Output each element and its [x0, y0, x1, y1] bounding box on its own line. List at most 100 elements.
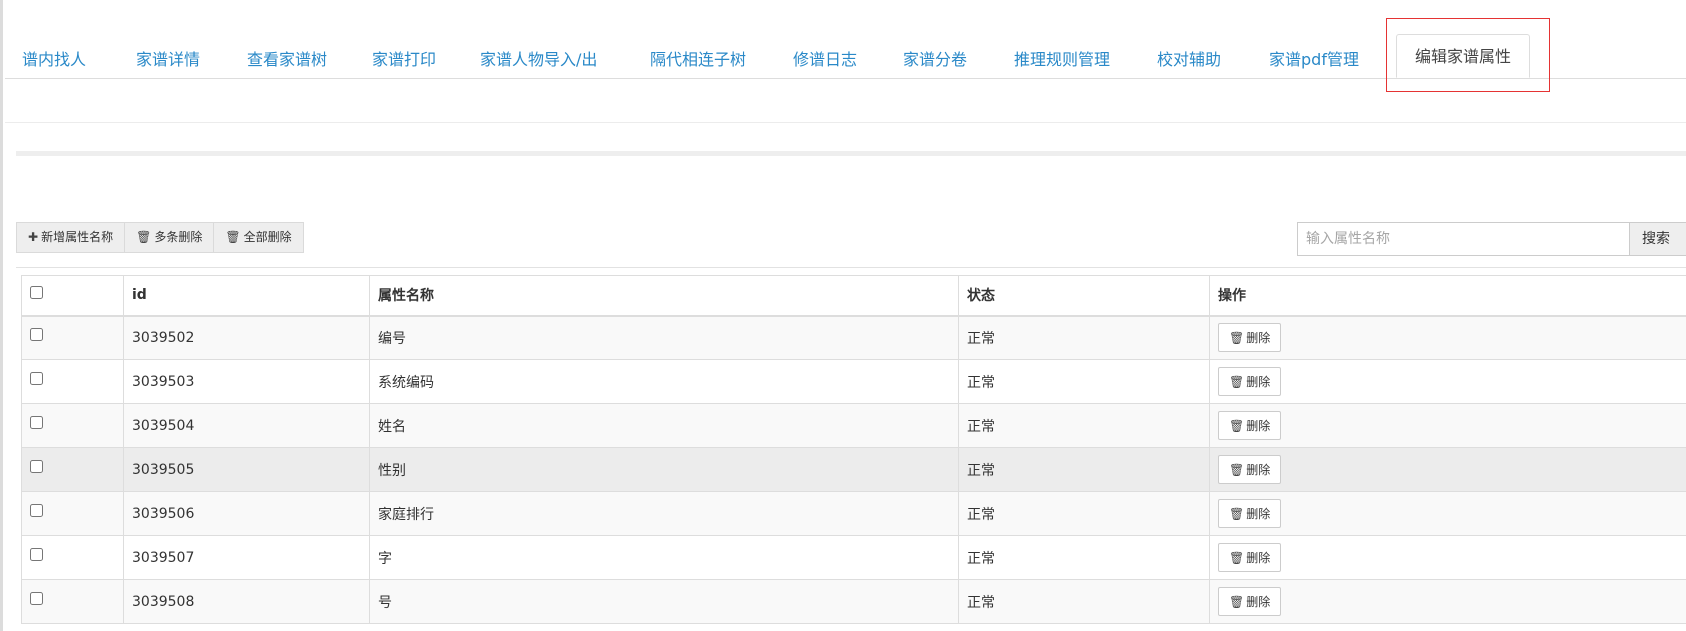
table-row: 3039508 号 正常 🗑 删除: [21, 579, 1686, 624]
tab-view-family-tree[interactable]: 查看家谱树: [247, 42, 327, 77]
trash-icon: 🗑: [1229, 330, 1245, 345]
row-checkbox[interactable]: [30, 592, 43, 605]
cell-status: 正常: [958, 535, 1210, 580]
table-row: 3039507 字 正常 🗑 删除: [21, 535, 1686, 580]
select-all-cell: [21, 275, 124, 317]
trash-icon: 🗑: [136, 230, 152, 244]
table-header-row: id 属性名称 状态 操作: [21, 275, 1686, 317]
cell-action: 🗑 删除: [1209, 535, 1686, 580]
column-header-name: 属性名称: [369, 275, 959, 317]
tab-revision-log[interactable]: 修谱日志: [793, 42, 857, 77]
row-checkbox[interactable]: [30, 504, 43, 517]
row-checkbox[interactable]: [30, 328, 43, 342]
trash-icon: 🗑: [1229, 462, 1245, 477]
delete-all-label: 全部删除: [243, 230, 292, 244]
delete-button[interactable]: 🗑 删除: [1218, 499, 1282, 528]
trash-icon: 🗑: [1229, 374, 1245, 389]
cell-status: 正常: [958, 447, 1210, 492]
cell-id: 3039504: [123, 403, 370, 448]
cell-action: 🗑 删除: [1209, 491, 1686, 536]
delete-label: 删除: [1246, 419, 1271, 433]
row-select-cell: [21, 359, 124, 404]
cell-id: 3039502: [123, 315, 370, 360]
row-select-cell: [21, 403, 124, 448]
cell-id: 3039506: [123, 491, 370, 536]
table-row: 3039502 编号 正常 🗑 删除: [21, 315, 1686, 360]
tab-bar: 谱内找人 家谱详情 查看家谱树 家谱打印 家谱人物导入/出 隔代相连子树 修谱日…: [5, 0, 1686, 79]
delete-all-button[interactable]: 🗑 全部删除: [213, 222, 304, 253]
cell-action: 🗑 删除: [1209, 359, 1686, 404]
column-header-status: 状态: [958, 275, 1210, 317]
delete-button[interactable]: 🗑 删除: [1218, 367, 1282, 396]
tab-genealogy-print[interactable]: 家谱打印: [372, 42, 436, 77]
cell-status: 正常: [958, 491, 1210, 536]
cell-status: 正常: [958, 359, 1210, 404]
tab-pdf-management[interactable]: 家谱pdf管理: [1269, 42, 1359, 77]
delete-label: 删除: [1246, 507, 1271, 521]
table-row: 3039504 姓名 正常 🗑 删除: [21, 403, 1686, 448]
add-attribute-label: 新增属性名称: [41, 230, 114, 244]
trash-icon: 🗑: [1229, 594, 1245, 609]
trash-icon: 🗑: [1229, 550, 1245, 565]
trash-icon: 🗑: [1229, 418, 1245, 433]
delete-label: 删除: [1246, 375, 1271, 389]
tab-import-export[interactable]: 家谱人物导入/出: [480, 42, 597, 77]
cell-action: 🗑 删除: [1209, 315, 1686, 360]
row-select-cell: [21, 315, 124, 360]
tab-proofreading[interactable]: 校对辅助: [1157, 42, 1221, 77]
cell-status: 正常: [958, 403, 1210, 448]
multi-delete-button[interactable]: 🗑 多条删除: [124, 222, 215, 253]
section-separator: [16, 151, 1686, 156]
action-toolbar: ✚ 新增属性名称 🗑 多条删除 🗑 全部删除: [16, 222, 304, 253]
cell-action: 🗑 删除: [1209, 579, 1686, 624]
window-left-edge: [0, 0, 3, 631]
cell-id: 3039505: [123, 447, 370, 492]
attribute-table-container: id 属性名称 状态 操作 3039502 编号 正常 🗑 删除 3039503 …: [21, 275, 1686, 624]
row-select-cell: [21, 535, 124, 580]
search-input[interactable]: [1297, 222, 1630, 256]
add-attribute-button[interactable]: ✚ 新增属性名称: [16, 222, 126, 253]
cell-status: 正常: [958, 579, 1210, 624]
delete-button[interactable]: 🗑 删除: [1218, 587, 1282, 616]
divider: [5, 122, 1686, 123]
column-header-action: 操作: [1209, 275, 1686, 317]
column-header-id: id: [123, 275, 370, 317]
row-checkbox[interactable]: [30, 460, 43, 473]
divider: [16, 267, 1686, 268]
multi-delete-label: 多条删除: [154, 230, 203, 244]
cell-action: 🗑 删除: [1209, 403, 1686, 448]
tab-find-person[interactable]: 谱内找人: [22, 42, 86, 77]
cell-name: 性别: [369, 447, 959, 492]
table-row: 3039505 性别 正常 🗑 删除: [21, 447, 1686, 492]
tab-generation-subtree[interactable]: 隔代相连子树: [650, 42, 746, 77]
delete-button[interactable]: 🗑 删除: [1218, 455, 1282, 484]
tab-genealogy-details[interactable]: 家谱详情: [136, 42, 200, 77]
row-select-cell: [21, 491, 124, 536]
select-all-checkbox[interactable]: [30, 285, 43, 299]
delete-button[interactable]: 🗑 删除: [1218, 323, 1282, 353]
tab-volumes[interactable]: 家谱分卷: [903, 42, 967, 77]
cell-name: 编号: [369, 315, 959, 360]
row-checkbox[interactable]: [30, 372, 43, 385]
cell-name: 字: [369, 535, 959, 580]
row-checkbox[interactable]: [30, 548, 43, 561]
tab-edit-attributes[interactable]: 编辑家谱属性: [1396, 34, 1531, 78]
row-select-cell: [21, 447, 124, 492]
cell-name: 家庭排行: [369, 491, 959, 536]
delete-button[interactable]: 🗑 删除: [1218, 543, 1282, 572]
attribute-table: id 属性名称 状态 操作 3039502 编号 正常 🗑 删除 3039503 …: [21, 275, 1686, 624]
row-checkbox[interactable]: [30, 416, 43, 429]
delete-button[interactable]: 🗑 删除: [1218, 411, 1282, 440]
row-select-cell: [21, 579, 124, 624]
tab-inference-rules[interactable]: 推理规则管理: [1014, 42, 1110, 77]
delete-label: 删除: [1246, 595, 1271, 609]
table-row: 3039506 家庭排行 正常 🗑 删除: [21, 491, 1686, 536]
trash-icon: 🗑: [225, 230, 241, 244]
delete-label: 删除: [1246, 551, 1271, 565]
search-button[interactable]: 搜索: [1629, 222, 1686, 256]
cell-id: 3039507: [123, 535, 370, 580]
plus-icon: ✚: [28, 230, 39, 244]
cell-id: 3039503: [123, 359, 370, 404]
cell-name: 号: [369, 579, 959, 624]
cell-name: 姓名: [369, 403, 959, 448]
